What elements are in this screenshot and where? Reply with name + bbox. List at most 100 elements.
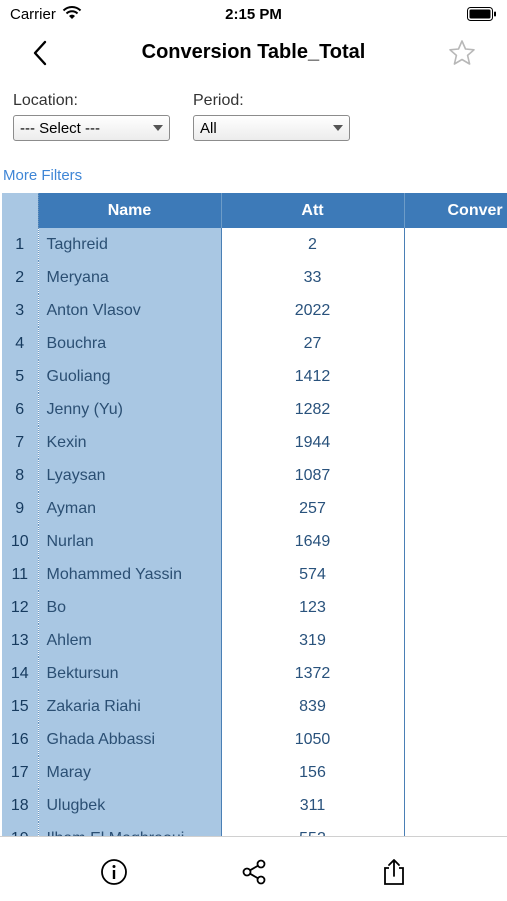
index-header <box>2 193 39 228</box>
conver-cell: 370 <box>404 294 507 327</box>
table-row[interactable]: 8Lyaysan1087301 <box>2 459 507 492</box>
table-row[interactable]: 11Mohammed Yassin574168 <box>2 558 507 591</box>
att-cell: 257 <box>221 492 405 525</box>
table-row[interactable]: 18Ulugbek311108 <box>2 789 507 822</box>
att-cell: 1050 <box>221 723 405 756</box>
table-row[interactable]: 3Anton Vlasov2022370 <box>2 294 507 327</box>
row-index: 8 <box>2 459 39 492</box>
conver-cell: 285 <box>404 690 507 723</box>
att-cell: 33 <box>221 261 405 294</box>
share-nodes-icon[interactable] <box>239 857 269 887</box>
conver-cell: 326 <box>404 360 507 393</box>
chevron-down-icon <box>153 125 163 131</box>
table-row[interactable]: 4Bouchra275 <box>2 327 507 360</box>
period-label: Period: <box>193 92 244 109</box>
page-title: Conversion Table_Total <box>141 41 366 63</box>
name-cell: Nurlan <box>38 525 222 558</box>
name-cell: Guoliang <box>38 360 222 393</box>
conver-cell: 455 <box>404 657 507 690</box>
conver-cell: 301 <box>404 459 507 492</box>
conver-cell: 502 <box>404 426 507 459</box>
att-cell: 311 <box>221 789 405 822</box>
name-cell: Maray <box>38 756 222 789</box>
att-cell: 1372 <box>221 657 405 690</box>
table-row[interactable]: 1Taghreid20 <box>2 228 507 261</box>
conver-cell: 38 <box>404 591 507 624</box>
conver-cell: 3 <box>404 261 507 294</box>
name-cell: Ayman <box>38 492 222 525</box>
att-cell: 27 <box>221 327 405 360</box>
name-cell: Ulugbek <box>38 789 222 822</box>
name-cell: Bo <box>38 591 222 624</box>
battery-icon <box>467 7 496 21</box>
column-header-conver[interactable]: Conver <box>404 193 507 228</box>
row-index: 18 <box>2 789 39 822</box>
row-index: 2 <box>2 261 39 294</box>
conversion-table[interactable]: Name Att Conver 1Taghreid202Meryana3333A… <box>2 193 507 836</box>
table-header-row: Name Att Conver <box>2 193 507 228</box>
nav-bar: Conversion Table_Total <box>0 30 507 76</box>
table-row[interactable]: 13Ahlem319100 <box>2 624 507 657</box>
table-row[interactable]: 5Guoliang1412326 <box>2 360 507 393</box>
att-cell: 1944 <box>221 426 405 459</box>
table-row[interactable]: 10Nurlan1649474 <box>2 525 507 558</box>
name-cell: Jenny (Yu) <box>38 393 222 426</box>
location-select-value: --- Select --- <box>20 120 100 137</box>
row-index: 6 <box>2 393 39 426</box>
name-cell: Kexin <box>38 426 222 459</box>
row-index: 3 <box>2 294 39 327</box>
table-row[interactable]: 15Zakaria Riahi839285 <box>2 690 507 723</box>
row-index: 14 <box>2 657 39 690</box>
period-select[interactable]: All <box>193 115 350 141</box>
location-select[interactable]: --- Select --- <box>13 115 170 141</box>
row-index: 16 <box>2 723 39 756</box>
row-index: 7 <box>2 426 39 459</box>
row-index: 13 <box>2 624 39 657</box>
conver-cell: 100 <box>404 624 507 657</box>
att-cell: 839 <box>221 690 405 723</box>
row-index: 17 <box>2 756 39 789</box>
att-cell: 1412 <box>221 360 405 393</box>
name-cell: Ahlem <box>38 624 222 657</box>
info-icon[interactable] <box>99 857 129 887</box>
table-row[interactable]: 2Meryana333 <box>2 261 507 294</box>
att-cell: 156 <box>221 756 405 789</box>
name-cell: Lyaysan <box>38 459 222 492</box>
table-row[interactable]: 16Ghada Abbassi1050363 <box>2 723 507 756</box>
row-index: 4 <box>2 327 39 360</box>
table-row[interactable]: 9Ayman25772 <box>2 492 507 525</box>
favorite-star-icon[interactable] <box>447 38 477 68</box>
bottom-toolbar <box>0 836 507 901</box>
conver-cell: 54 <box>404 756 507 789</box>
att-cell: 123 <box>221 591 405 624</box>
table-row[interactable]: 12Bo12338 <box>2 591 507 624</box>
export-icon[interactable] <box>379 857 409 887</box>
table-row[interactable]: 7Kexin1944502 <box>2 426 507 459</box>
att-cell: 319 <box>221 624 405 657</box>
conver-cell: 315 <box>404 393 507 426</box>
row-index: 5 <box>2 360 39 393</box>
name-cell: Bektursun <box>38 657 222 690</box>
status-bar: Carrier 2:15 PM <box>0 0 507 28</box>
name-cell: Meryana <box>38 261 222 294</box>
row-index: 10 <box>2 525 39 558</box>
column-header-name[interactable]: Name <box>38 193 222 228</box>
name-cell: Zakaria Riahi <box>38 690 222 723</box>
table-row[interactable]: 17Maray15654 <box>2 756 507 789</box>
conver-cell: 5 <box>404 327 507 360</box>
att-cell: 2 <box>221 228 405 261</box>
clock: 2:15 PM <box>225 6 282 23</box>
table-row[interactable]: 6Jenny (Yu)1282315 <box>2 393 507 426</box>
table-row[interactable]: 19Ilham El Maghraoui552193 <box>2 822 507 836</box>
location-label: Location: <box>13 92 78 109</box>
name-cell: Mohammed Yassin <box>38 558 222 591</box>
conver-cell: 168 <box>404 558 507 591</box>
name-cell: Taghreid <box>38 228 222 261</box>
conver-cell: 474 <box>404 525 507 558</box>
more-filters-link[interactable]: More Filters <box>3 167 82 184</box>
name-cell: Anton Vlasov <box>38 294 222 327</box>
att-cell: 1282 <box>221 393 405 426</box>
att-cell: 574 <box>221 558 405 591</box>
column-header-att[interactable]: Att <box>221 193 405 228</box>
table-row[interactable]: 14Bektursun1372455 <box>2 657 507 690</box>
